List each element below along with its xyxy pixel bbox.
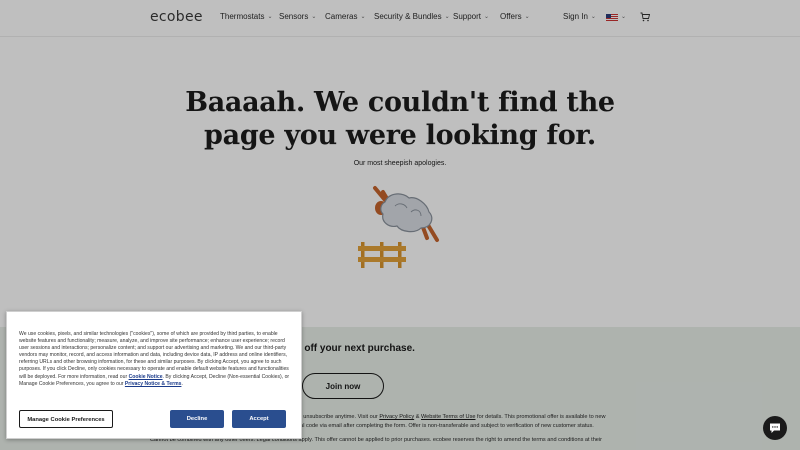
privacy-terms-link[interactable]: Privacy Notice & Terms [125, 381, 182, 387]
decline-button[interactable]: Decline [170, 410, 224, 428]
cookie-description: We use cookies, pixels, and similar tech… [19, 331, 291, 388]
cookie-text: We use cookies, pixels, and similar tech… [19, 331, 289, 380]
cookie-notice-link[interactable]: Cookie Notice [129, 374, 163, 380]
chat-bubble-icon [770, 423, 780, 433]
accept-button[interactable]: Accept [232, 410, 286, 428]
cookie-text: . [181, 380, 183, 387]
cookie-dialog: We use cookies, pixels, and similar tech… [6, 311, 302, 439]
manage-cookie-preferences-button[interactable]: Manage Cookie Preferences [19, 410, 113, 428]
page: ecobee Thermostats ⌄ Sensors ⌄ Cameras ⌄ Se… [0, 0, 800, 450]
chat-button[interactable] [763, 416, 787, 440]
